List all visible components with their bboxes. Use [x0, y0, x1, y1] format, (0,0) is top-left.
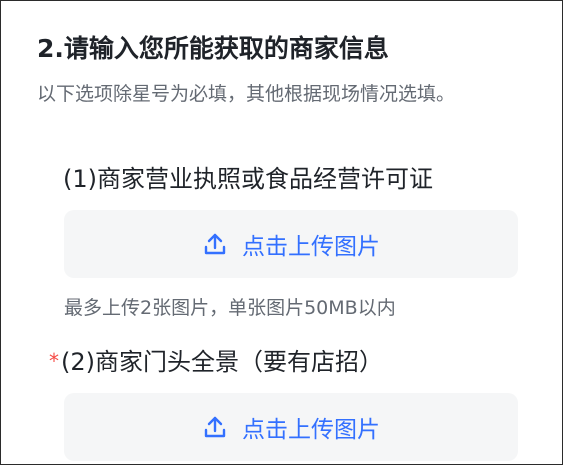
upload-button-business-license[interactable]: 点击上传图片 [64, 210, 518, 278]
section-description: 以下选项除星号为必填，其他根据现场情况选填。 [37, 83, 456, 105]
upload-button-label: 点击上传图片 [242, 417, 380, 443]
upload-button-label: 点击上传图片 [242, 234, 380, 260]
required-asterisk: * [49, 349, 59, 373]
field-label-text: (2)商家门头全景（要有店招） [61, 348, 383, 376]
field-label-text: (1)商家营业执照或食品经营许可证 [63, 165, 433, 193]
upload-button-storefront[interactable]: 点击上传图片 [64, 393, 518, 461]
upload-hint: 最多上传2张图片，单张图片50MB以内 [64, 297, 396, 319]
field-label-business-license: (1)商家营业执照或食品经营许可证 [63, 159, 433, 194]
upload-icon [202, 414, 228, 440]
upload-icon [202, 231, 228, 257]
form-frame: 2.请输入您所能获取的商家信息 以下选项除星号为必填，其他根据现场情况选填。 (… [0, 0, 563, 465]
field-label-storefront: *(2)商家门头全景（要有店招） [49, 342, 383, 377]
section-title: 2.请输入您所能获取的商家信息 [37, 34, 389, 63]
